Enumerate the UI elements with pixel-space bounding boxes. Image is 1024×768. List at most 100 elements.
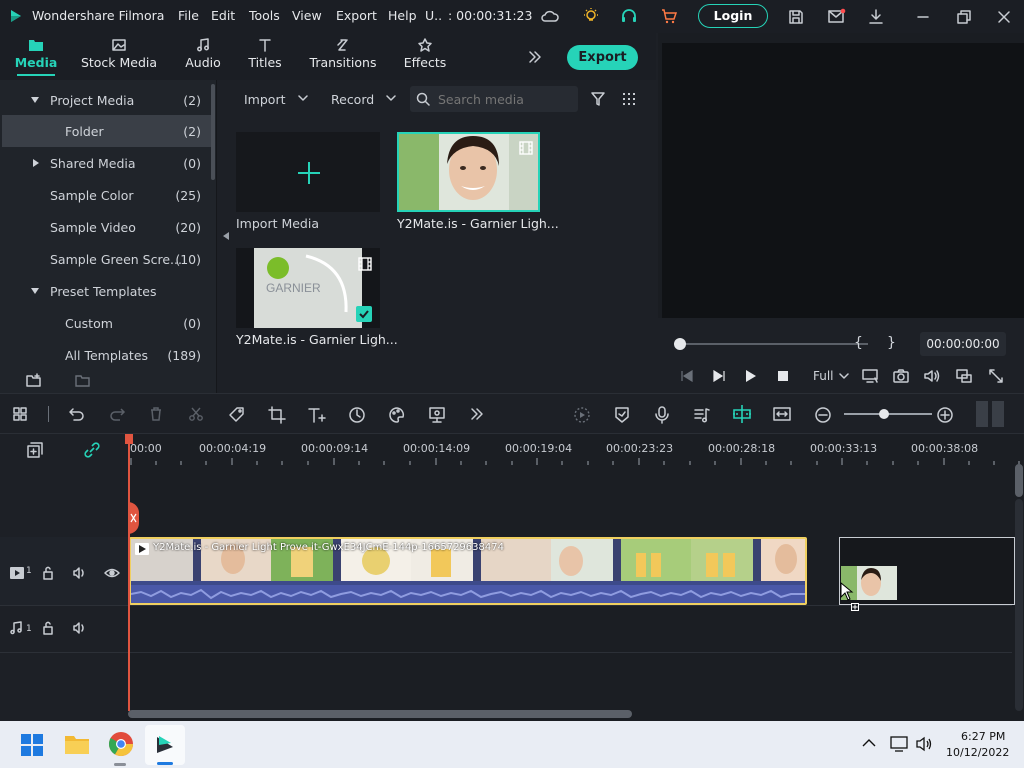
cart-icon[interactable] [660, 7, 678, 25]
redo-icon[interactable] [108, 406, 126, 422]
tree-item-custom[interactable]: Custom (0) [2, 307, 213, 339]
tree-item-project-media[interactable]: Project Media (2) [2, 84, 213, 116]
menu-edit[interactable]: Edit [211, 8, 235, 23]
color-palette-icon[interactable] [388, 406, 406, 424]
layout-icon[interactable] [12, 406, 28, 422]
marker-icon[interactable] [614, 406, 630, 424]
audio-mixer-icon[interactable] [693, 406, 711, 424]
play-next-frame-icon[interactable] [712, 370, 726, 382]
more-tools-chevrons-icon[interactable] [469, 406, 485, 422]
download-icon[interactable] [867, 8, 885, 26]
playback-scrubber[interactable] [680, 343, 868, 345]
minimize-icon[interactable] [916, 10, 930, 24]
login-button[interactable]: Login [698, 4, 768, 28]
tree-item-preset-templates[interactable]: Preset Templates [2, 275, 213, 307]
cloud-icon[interactable] [540, 8, 560, 24]
clock-date[interactable]: 10/12/2022 [946, 746, 1009, 759]
tab-media[interactable]: Media [10, 33, 62, 80]
chrome-icon[interactable] [108, 731, 134, 757]
previous-frame-icon[interactable] [680, 370, 694, 382]
playhead-handle[interactable] [125, 434, 133, 444]
pip-icon[interactable] [955, 368, 973, 384]
network-icon[interactable] [889, 735, 909, 753]
undo-icon[interactable] [68, 406, 86, 422]
tab-stock-media[interactable]: Stock Media [80, 33, 158, 80]
import-dropdown[interactable]: Import [234, 88, 314, 110]
playhead[interactable] [128, 434, 130, 711]
speaker-icon[interactable] [915, 735, 935, 753]
timeline-horizontal-scrollbar[interactable] [128, 710, 632, 718]
zoom-in-icon[interactable] [936, 406, 954, 424]
green-screen-icon[interactable] [428, 406, 446, 424]
menu-view[interactable]: View [292, 8, 322, 23]
menu-help[interactable]: Help [388, 8, 417, 23]
close-icon[interactable] [996, 9, 1012, 25]
zoom-slider-handle[interactable] [879, 409, 889, 419]
search-media-field[interactable] [410, 86, 578, 112]
dragged-clip-ghost[interactable] [839, 537, 1015, 605]
search-input[interactable] [438, 89, 572, 109]
zoom-out-icon[interactable] [814, 406, 832, 424]
collapse-panel-icon[interactable] [222, 231, 230, 241]
library-scrollbar[interactable] [211, 84, 215, 180]
link-icon[interactable] [82, 441, 102, 459]
video-clip[interactable]: Y2Mate.is - Garnier Light Prove it-GwxE3… [129, 537, 807, 605]
playhead-split-button[interactable] [128, 502, 139, 534]
tree-item-folder[interactable]: Folder (2) [2, 115, 213, 147]
tree-item-sample-color[interactable]: Sample Color (25) [2, 179, 213, 211]
more-tabs-chevrons-icon[interactable] [527, 49, 543, 65]
tree-item-shared-media[interactable]: Shared Media (0) [2, 147, 213, 179]
quality-dropdown[interactable]: Full [811, 367, 851, 385]
folder-icon[interactable] [74, 373, 92, 387]
new-folder-icon[interactable] [25, 372, 43, 388]
snapshot-camera-icon[interactable] [892, 368, 910, 384]
media-clip-tile[interactable]: GARNIER [236, 248, 380, 328]
fit-timeline-icon[interactable] [772, 406, 792, 422]
tab-titles[interactable]: Titles [244, 33, 286, 80]
restore-icon[interactable] [956, 9, 972, 25]
filmora-taskbar-button[interactable] [145, 725, 185, 765]
add-text-icon[interactable] [307, 406, 329, 424]
crop-icon[interactable] [268, 406, 286, 424]
tree-item-sample-video[interactable]: Sample Video (20) [2, 211, 213, 243]
mark-out-button[interactable]: } [887, 335, 896, 351]
stop-icon[interactable] [777, 370, 789, 382]
visibility-eye-icon[interactable] [104, 567, 120, 579]
save-icon[interactable] [787, 8, 805, 26]
tree-item-sample-green-screen[interactable]: Sample Green Scre... (10) [2, 243, 213, 275]
menu-file[interactable]: File [178, 8, 199, 23]
microphone-icon[interactable] [654, 406, 670, 424]
cut-scissors-icon[interactable] [188, 406, 204, 422]
panel-toggle-right[interactable] [992, 401, 1004, 427]
play-icon[interactable] [745, 369, 757, 383]
grid-view-icon[interactable] [622, 92, 636, 106]
export-button[interactable]: Export [567, 45, 638, 70]
mail-icon[interactable] [827, 8, 847, 26]
menu-export[interactable]: Export [336, 8, 377, 23]
timeline-ruler[interactable]: 00:00 00:00:04:19 00:00:09:14 00:00:14:0… [128, 434, 1024, 468]
tab-effects[interactable]: Effects [400, 33, 450, 80]
filter-icon[interactable] [590, 91, 606, 107]
volume-icon[interactable] [923, 368, 941, 384]
add-track-icon[interactable] [26, 441, 44, 459]
menu-tools[interactable]: Tools [249, 8, 280, 23]
support-headset-icon[interactable] [620, 7, 638, 25]
tab-transitions[interactable]: Transitions [308, 33, 378, 80]
track-volume-icon[interactable] [72, 566, 88, 580]
display-settings-icon[interactable] [861, 368, 879, 384]
track-volume-icon[interactable] [72, 621, 88, 635]
tree-item-all-templates[interactable]: All Templates (189) [2, 339, 213, 371]
delete-icon[interactable] [148, 406, 164, 422]
idea-bulb-icon[interactable] [582, 7, 600, 25]
mark-in-button[interactable]: { [854, 335, 863, 351]
snap-magnet-icon[interactable] [732, 404, 752, 424]
show-hidden-icons-chevron-icon[interactable] [862, 738, 876, 748]
render-preview-icon[interactable] [573, 406, 591, 424]
windows-start-icon[interactable] [20, 733, 44, 757]
clock-time[interactable]: 6:27 PM [961, 730, 1005, 743]
lock-icon[interactable] [41, 621, 55, 635]
lock-icon[interactable] [41, 566, 55, 580]
scrubber-handle[interactable] [674, 338, 686, 350]
media-clip-tile[interactable] [397, 132, 540, 212]
speed-clock-icon[interactable] [348, 406, 366, 424]
